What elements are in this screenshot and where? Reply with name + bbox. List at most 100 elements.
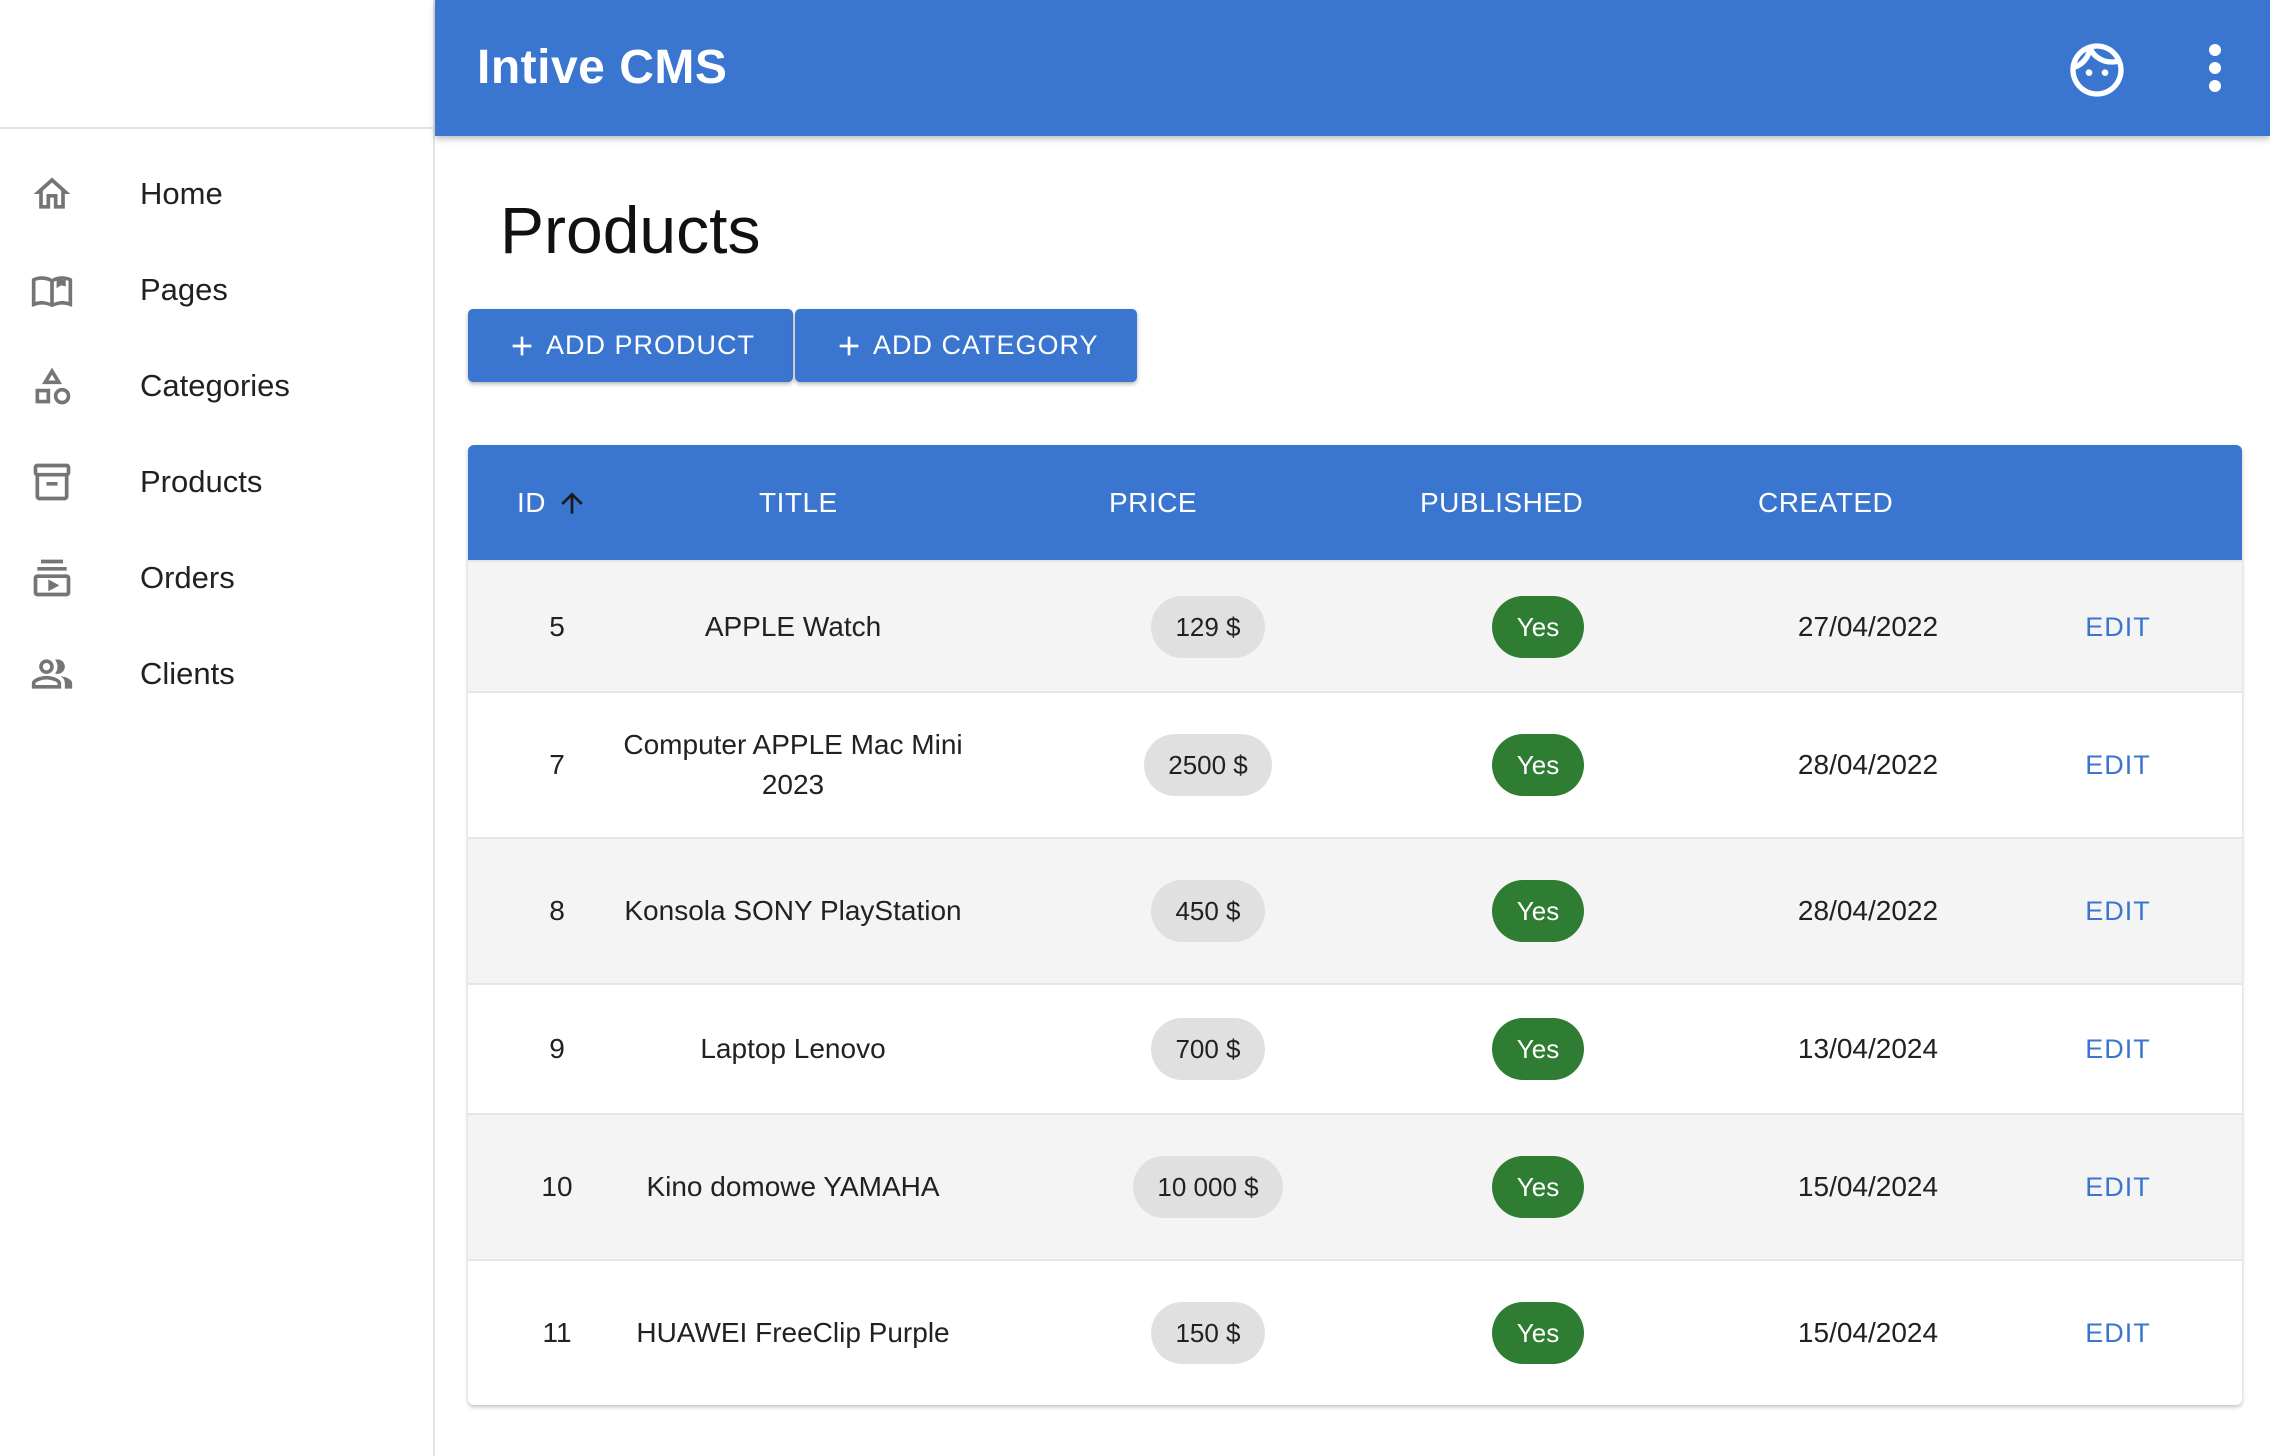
cell-title: HUAWEI FreeClip Purple (636, 1317, 950, 1348)
sidebar-item-home[interactable]: Home (0, 146, 433, 242)
price-chip: 150 $ (1151, 1302, 1265, 1364)
cell-published: Yes (1418, 1115, 1658, 1259)
edit-button[interactable]: EDIT (2085, 1029, 2151, 1069)
sidebar-item-label: Products (140, 464, 263, 499)
cell-created: 13/04/2024 (1797, 1033, 1939, 1064)
sidebar: Home Pages Categories Products Orders Cl… (0, 0, 435, 1456)
column-header-id[interactable]: ID (517, 445, 588, 560)
cell-published: Yes (1418, 839, 1658, 983)
add-category-label: ADD CATEGORY (873, 330, 1099, 360)
table-row: 7 Computer APPLE Mac Mini 2023 2500 $ Ye… (468, 691, 2242, 837)
cell-edit: EDIT (2038, 562, 2198, 691)
published-badge: Yes (1492, 1018, 1584, 1080)
cell-created: 15/04/2024 (1797, 1171, 1939, 1202)
more-vert-icon (2209, 44, 2221, 56)
cell-created: 15/04/2024 (1797, 1317, 1939, 1348)
cell-created: 28/04/2022 (1797, 895, 1939, 926)
cell-published: Yes (1418, 562, 1658, 691)
cell-title: Kino domowe YAMAHA (646, 1171, 940, 1202)
column-header-label: CREATED (1758, 486, 1894, 518)
home-icon (30, 172, 74, 216)
sidebar-item-label: Clients (140, 656, 235, 691)
table-row: 8 Konsola SONY PlayStation 450 $ Yes 28/… (468, 837, 2242, 983)
cell-price: 10 000 $ (1088, 1115, 1328, 1259)
column-header-title[interactable]: TITLE (759, 445, 838, 560)
table-header: ID TITLE PRICE PUBLISHED CREATED (468, 445, 2242, 560)
column-header-price[interactable]: PRICE (1109, 445, 1197, 560)
cell-edit: EDIT (2038, 985, 2198, 1113)
cell-title: APPLE Watch (704, 610, 882, 642)
edit-button[interactable]: EDIT (2085, 1313, 2151, 1353)
sidebar-header (0, 0, 433, 129)
column-header-label: PUBLISHED (1420, 486, 1584, 518)
published-badge: Yes (1492, 595, 1584, 658)
table-row: 10 Kino domowe YAMAHA 10 000 $ Yes 15/04… (468, 1113, 2242, 1259)
cell-price: 2500 $ (1088, 693, 1328, 837)
avatar-button[interactable] (2065, 38, 2129, 102)
price-chip: 450 $ (1151, 880, 1265, 942)
sidebar-item-orders[interactable]: Orders (0, 530, 433, 626)
column-header-label: TITLE (759, 486, 838, 518)
published-badge: Yes (1492, 880, 1584, 942)
cell-created: 28/04/2022 (1797, 749, 1939, 780)
column-header-created[interactable]: CREATED (1758, 445, 1893, 560)
sidebar-item-categories[interactable]: Categories (0, 338, 433, 434)
add-category-button[interactable]: ADD CATEGORY (795, 309, 1137, 382)
more-menu-button[interactable] (2190, 40, 2240, 96)
cell-published: Yes (1418, 693, 1658, 837)
app-bar: Intive CMS (435, 0, 2270, 136)
sidebar-item-clients[interactable]: Clients (0, 626, 433, 722)
price-chip: 129 $ (1151, 595, 1265, 658)
people-icon (30, 652, 74, 696)
column-header-label: PRICE (1109, 486, 1198, 518)
column-header-label: ID (517, 486, 546, 518)
cell-price: 150 $ (1088, 1261, 1328, 1405)
column-header-published[interactable]: PUBLISHED (1420, 445, 1583, 560)
edit-button[interactable]: EDIT (2085, 607, 2151, 647)
cell-price: 700 $ (1088, 985, 1328, 1113)
cell-title: Computer APPLE Mac Mini 2023 (623, 729, 963, 800)
arrow-up-icon (561, 491, 583, 514)
category-shapes-icon (30, 364, 74, 408)
cell-created: 27/04/2022 (1797, 610, 1939, 642)
app-title: Intive CMS (477, 41, 728, 94)
products-table: ID TITLE PRICE PUBLISHED CREATED 5 APPLE… (468, 445, 2242, 1405)
published-badge: Yes (1492, 734, 1584, 796)
cell-title: Laptop Lenovo (700, 1033, 886, 1064)
cell-price: 450 $ (1088, 839, 1328, 983)
published-badge: Yes (1492, 1302, 1584, 1364)
subscriptions-icon (30, 556, 74, 600)
cell-edit: EDIT (2038, 1261, 2198, 1405)
price-chip: 2500 $ (1144, 734, 1272, 796)
cell-edit: EDIT (2038, 1115, 2198, 1259)
sidebar-item-products[interactable]: Products (0, 434, 433, 530)
price-chip: 700 $ (1151, 1018, 1265, 1080)
sidebar-item-label: Orders (140, 560, 235, 595)
published-badge: Yes (1492, 1156, 1584, 1218)
price-chip: 10 000 $ (1133, 1156, 1283, 1218)
table-row: 11 HUAWEI FreeClip Purple 150 $ Yes 15/0… (468, 1259, 2242, 1405)
edit-button[interactable]: EDIT (2085, 891, 2151, 931)
add-product-button[interactable]: ADD PRODUCT (468, 309, 793, 382)
table-row: 9 Laptop Lenovo 700 $ Yes 13/04/2024 EDI… (468, 983, 2242, 1113)
cell-title: Konsola SONY PlayStation (624, 895, 962, 926)
cell-price: 129 $ (1088, 562, 1328, 691)
sidebar-item-pages[interactable]: Pages (0, 242, 433, 338)
book-icon (30, 268, 74, 312)
archive-box-icon (30, 460, 74, 504)
table-row: 5 APPLE Watch 129 $ Yes 27/04/2022 EDIT (468, 560, 2242, 691)
cell-published: Yes (1418, 985, 1658, 1113)
cell-edit: EDIT (2038, 693, 2198, 837)
edit-button[interactable]: EDIT (2085, 1167, 2151, 1207)
plus-icon (839, 336, 859, 355)
face-icon (2070, 43, 2124, 97)
page-title: Products (500, 193, 761, 267)
cell-published: Yes (1418, 1261, 1658, 1405)
add-product-label: ADD PRODUCT (546, 330, 756, 360)
cell-edit: EDIT (2038, 839, 2198, 983)
sidebar-item-label: Home (140, 176, 223, 211)
edit-button[interactable]: EDIT (2085, 745, 2151, 785)
sidebar-item-label: Pages (140, 272, 228, 307)
sidebar-item-label: Categories (140, 368, 290, 403)
plus-icon (512, 336, 532, 355)
